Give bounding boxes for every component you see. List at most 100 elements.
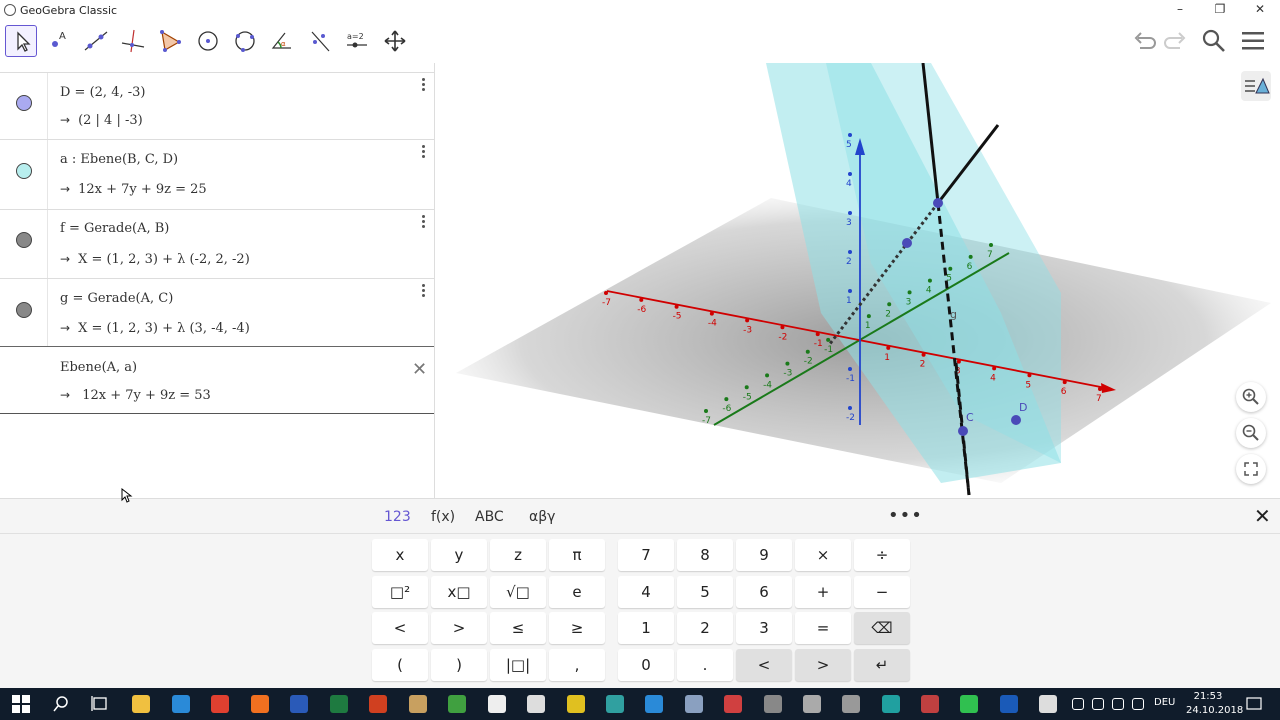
chrome-icon[interactable]	[211, 695, 229, 713]
point-tool-button[interactable]: A	[43, 25, 75, 57]
key-less-equal[interactable]: ≤	[490, 612, 546, 644]
app-icon-i[interactable]	[842, 695, 860, 713]
key-2[interactable]: 2	[677, 612, 733, 644]
key-times[interactable]: ×	[795, 539, 851, 571]
reflect-tool-button[interactable]	[304, 25, 336, 57]
style-bar-toggle-button[interactable]	[1241, 71, 1271, 101]
algebra-item-d[interactable]: D = (2, 4, -3) → (2 | 4 | -3)	[0, 73, 434, 140]
geogebra-icon-2[interactable]	[527, 695, 545, 713]
tab-abc[interactable]: ABC	[475, 509, 504, 525]
tray-chevron-icon[interactable]	[1072, 698, 1084, 710]
visibility-marble-icon[interactable]	[16, 163, 32, 179]
outlook-icon[interactable]	[1000, 695, 1018, 713]
key-z[interactable]: z	[490, 539, 546, 571]
whatsapp-icon[interactable]	[960, 695, 978, 713]
tab-greek[interactable]: αβγ	[529, 509, 555, 525]
geogebra-active-icon[interactable]	[1039, 695, 1057, 713]
key-y[interactable]: y	[431, 539, 487, 571]
point-d[interactable]	[1011, 415, 1021, 425]
angle-tool-button[interactable]: α	[266, 25, 298, 57]
key-greater-equal[interactable]: ≥	[549, 612, 605, 644]
visibility-marble-icon[interactable]	[16, 232, 32, 248]
search-icon[interactable]	[52, 695, 70, 713]
store-icon[interactable]	[172, 695, 190, 713]
clear-input-button[interactable]: ✕	[412, 359, 427, 380]
file-explorer-icon[interactable]	[132, 695, 150, 713]
key-3[interactable]: 3	[736, 612, 792, 644]
key-power[interactable]: x□	[431, 576, 487, 608]
input-language[interactable]: DEU	[1154, 697, 1175, 708]
key-e[interactable]: e	[549, 576, 605, 608]
app-icon-c[interactable]	[606, 695, 624, 713]
visibility-marble-icon[interactable]	[16, 95, 32, 111]
key-0[interactable]: 0	[618, 649, 674, 681]
firefox-icon[interactable]	[251, 695, 269, 713]
key-x[interactable]: x	[372, 539, 428, 571]
algebra-input-row[interactable]: Ebene(A, a) → 12x + 7y + 9z = 53	[0, 346, 434, 414]
key-1[interactable]: 1	[618, 612, 674, 644]
task-view-icon[interactable]	[91, 695, 109, 713]
more-keys-button[interactable]: •••	[888, 505, 923, 526]
visibility-marble-icon[interactable]	[16, 302, 32, 318]
key-backspace[interactable]: ⌫	[854, 612, 910, 644]
point-a[interactable]	[933, 198, 943, 208]
zoom-in-button[interactable]	[1236, 382, 1266, 412]
circle-tool-button[interactable]	[192, 25, 224, 57]
excel-icon[interactable]	[330, 695, 348, 713]
algebra-definition[interactable]: a : Ebene(B, C, D)	[60, 152, 178, 167]
speaker-icon[interactable]	[1132, 698, 1144, 710]
windows-start-icon[interactable]	[12, 695, 30, 713]
key-6[interactable]: 6	[736, 576, 792, 608]
camtasia-icon[interactable]	[448, 695, 466, 713]
app-icon-a[interactable]	[409, 695, 427, 713]
app-icon-h[interactable]	[803, 695, 821, 713]
powerpoint-icon[interactable]	[369, 695, 387, 713]
zoom-out-button[interactable]	[1236, 418, 1266, 448]
key-close-paren[interactable]: )	[431, 649, 487, 681]
item-menu-icon[interactable]	[420, 214, 426, 230]
app-icon-f[interactable]	[724, 695, 742, 713]
key-minus[interactable]: −	[854, 576, 910, 608]
minimize-button[interactable]: –	[1160, 0, 1200, 20]
key-pi[interactable]: π	[549, 539, 605, 571]
app-icon-b[interactable]	[567, 695, 585, 713]
close-window-button[interactable]: ✕	[1240, 0, 1280, 20]
tab-functions[interactable]: f(x)	[431, 509, 455, 525]
key-less[interactable]: <	[372, 612, 428, 644]
algebra-definition[interactable]: D = (2, 4, -3)	[60, 85, 145, 100]
geogebra-icon-1[interactable]	[488, 695, 506, 713]
tab-123[interactable]: 123	[384, 509, 411, 525]
polygon-tool-button[interactable]	[154, 25, 186, 57]
algebra-item-f[interactable]: f = Gerade(A, B) → X = (1, 2, 3) + λ (-2,…	[0, 210, 434, 279]
search-button[interactable]	[1201, 28, 1227, 58]
key-right-arrow[interactable]: >	[795, 649, 851, 681]
undo-button[interactable]	[1131, 28, 1157, 58]
app-icon-k[interactable]	[921, 695, 939, 713]
key-comma[interactable]: ,	[549, 649, 605, 681]
point-b[interactable]	[902, 238, 912, 248]
algebra-definition[interactable]: g = Gerade(A, C)	[60, 291, 173, 306]
close-keyboard-button[interactable]: ✕	[1254, 504, 1271, 528]
move-tool-button[interactable]	[5, 25, 37, 57]
line-tool-button[interactable]	[80, 25, 112, 57]
dropbox-icon[interactable]	[1092, 698, 1104, 710]
key-sqrt[interactable]: √□	[490, 576, 546, 608]
app-icon-d[interactable]	[645, 695, 663, 713]
key-left-arrow[interactable]: <	[736, 649, 792, 681]
input-definition[interactable]: Ebene(A, a)	[60, 360, 137, 375]
key-5[interactable]: 5	[677, 576, 733, 608]
network-icon[interactable]	[1112, 698, 1124, 710]
perpendicular-tool-button[interactable]	[117, 25, 149, 57]
slider-tool-button[interactable]: a=2	[341, 25, 373, 57]
key-greater[interactable]: >	[431, 612, 487, 644]
word-icon[interactable]	[290, 695, 308, 713]
item-menu-icon[interactable]	[420, 77, 426, 93]
maximize-button[interactable]: ❐	[1200, 0, 1240, 20]
key-8[interactable]: 8	[677, 539, 733, 571]
3d-canvas[interactable]: -7-6-5-4-3-2-11234567-7-6-5-4-3-2-112345…	[441, 63, 1280, 498]
key-open-paren[interactable]: (	[372, 649, 428, 681]
key-abs[interactable]: |□|	[490, 649, 546, 681]
point-c[interactable]	[958, 426, 968, 436]
app-icon-j[interactable]	[882, 695, 900, 713]
notifications-icon[interactable]	[1246, 696, 1262, 712]
